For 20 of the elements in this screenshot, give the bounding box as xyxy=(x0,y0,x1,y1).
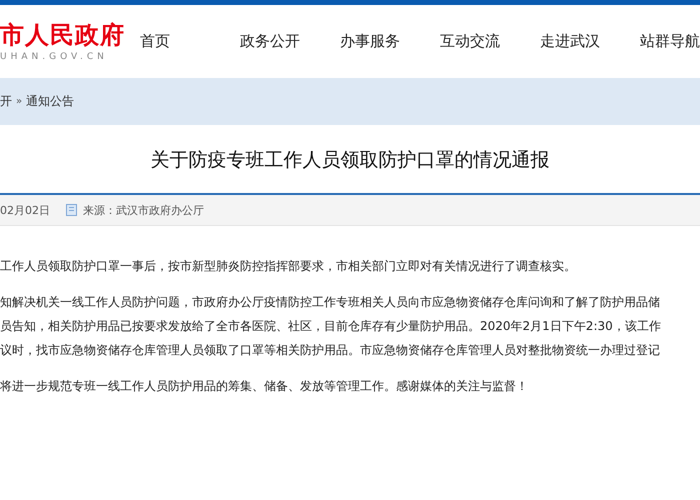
nav-link[interactable]: 走进武汉 xyxy=(540,32,640,51)
paragraph-line: 工作人员领取防护口罩一事后，按市新型肺炎防控指挥部要求，市相关部门立即对有关情况进行了调查核实。 xyxy=(0,258,577,275)
site-logo-title: 市人民政府 xyxy=(0,20,125,48)
article-title: 关于防疫专班工作人员领取防护口罩的情况通报 xyxy=(150,148,550,173)
breadcrumb-link[interactable]: 通知公告 xyxy=(26,93,74,110)
nav-link[interactable]: 政务公开 xyxy=(240,32,340,51)
breadcrumb-link[interactable]: 开 xyxy=(0,93,12,110)
paragraph-line: 议时，找市应急物资储存仓库管理人员领取了口罩等相关防护用品。市应急物资储存仓库管理人员对整批物资统一办理过登记 xyxy=(0,342,661,359)
nav-link[interactable]: 互动交流 xyxy=(440,32,540,51)
document-icon xyxy=(66,204,77,216)
nav-link[interactable]: 办事服务 xyxy=(340,32,440,51)
paragraph-line: 将进一步规范专班一线工作人员防护用品的筹集、储备、发放等管理工作。感谢媒体的关注与监督！ xyxy=(0,378,529,395)
breadcrumb-separator: » xyxy=(16,96,22,107)
publish-date: 02月02日 xyxy=(0,202,51,218)
article-source: 来源：武汉市政府办公厅 xyxy=(83,202,204,218)
nav-link[interactable]: 站群导航 xyxy=(640,32,700,51)
paragraph-line: 知解决机关一线工作人员防护问题，市政府办公厅疫情防控工作专班相关人员向市应急物资储存仓库问询和了解了防护用品储 xyxy=(0,294,661,311)
site-domain: UHAN.GOV.CN xyxy=(0,50,108,62)
nav-link[interactable]: 首页 xyxy=(140,32,240,51)
paragraph-line: 员告知，相关防护用品已按要求发放给了全市各医院、社区，目前仓库存有少量防护用品。2020年2月1日下午2:30，该工作 xyxy=(0,318,662,335)
